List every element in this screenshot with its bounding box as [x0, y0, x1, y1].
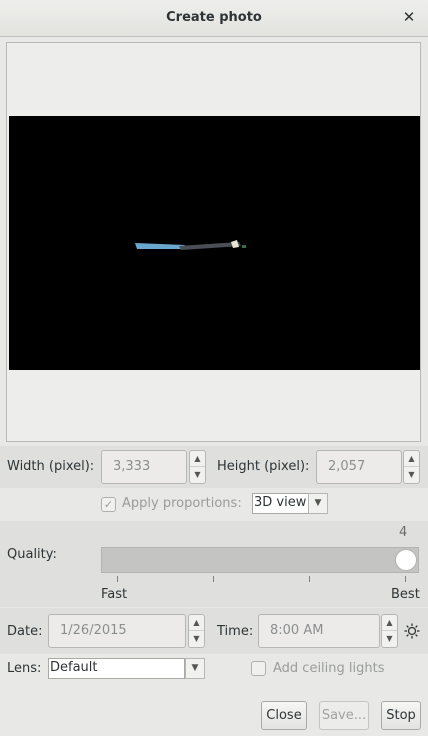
quality-value: 4	[399, 525, 408, 540]
height-field[interactable]: 2,057	[316, 450, 402, 484]
spin-up-icon[interactable]: ▲	[189, 615, 204, 631]
width-spin-buttons[interactable]: ▲ ▼	[189, 450, 206, 484]
lens-select[interactable]: Default	[48, 658, 185, 679]
width-label: Width (pixel):	[7, 459, 95, 474]
apply-proportions-label: Apply proportions:	[122, 496, 242, 511]
slider-tick	[213, 576, 214, 582]
quality-max-label: Best	[391, 587, 420, 602]
height-spin-buttons[interactable]: ▲ ▼	[403, 450, 420, 484]
spin-down-icon[interactable]: ▼	[189, 631, 204, 647]
lens-label: Lens:	[7, 661, 42, 676]
height-label: Height (pixel):	[217, 459, 310, 474]
preview-light-shape	[231, 240, 239, 248]
slider-tick	[405, 576, 406, 582]
time-field[interactable]: 8:00 AM	[258, 614, 380, 648]
proportions-view-select[interactable]: 3D view	[252, 493, 309, 514]
save-button[interactable]: Save...	[319, 701, 369, 730]
slider-tick	[309, 576, 310, 582]
quality-slider-track[interactable]	[101, 547, 419, 573]
preview-blue-shape	[135, 243, 185, 249]
spin-up-icon[interactable]: ▲	[404, 451, 419, 467]
title-bar: Create photo ✕	[0, 0, 428, 37]
window-title: Create photo	[166, 10, 262, 25]
photo-preview-frame	[6, 42, 421, 442]
time-label: Time:	[217, 624, 254, 639]
ceiling-lights-label: Add ceiling lights	[273, 661, 385, 676]
quality-label: Quality:	[7, 547, 57, 562]
preview-green-shape	[242, 245, 246, 248]
date-field[interactable]: 1/26/2015	[48, 614, 186, 648]
spin-up-icon[interactable]: ▲	[190, 451, 205, 467]
quality-min-label: Fast	[101, 587, 128, 602]
spin-up-icon[interactable]: ▲	[382, 615, 397, 631]
spin-down-icon[interactable]: ▼	[190, 467, 205, 483]
ceiling-lights-checkbox[interactable]	[251, 661, 266, 676]
chevron-down-icon[interactable]: ▼	[308, 493, 328, 514]
date-spin-buttons[interactable]: ▲ ▼	[188, 614, 205, 648]
close-icon[interactable]: ✕	[400, 8, 418, 26]
sun-icon[interactable]	[404, 623, 420, 639]
date-label: Date:	[7, 624, 43, 639]
spin-down-icon[interactable]: ▼	[382, 631, 397, 647]
spin-down-icon[interactable]: ▼	[404, 467, 419, 483]
time-spin-buttons[interactable]: ▲ ▼	[381, 614, 398, 648]
chevron-down-icon[interactable]: ▼	[185, 658, 205, 679]
quality-slider-knob[interactable]	[395, 549, 417, 571]
preview-render	[135, 240, 246, 250]
close-button[interactable]: Close	[261, 701, 307, 730]
width-field[interactable]: 3,333	[101, 450, 187, 484]
apply-proportions-checkbox[interactable]: ✓	[101, 497, 116, 512]
photo-preview-image	[9, 116, 420, 370]
slider-tick	[117, 576, 118, 582]
stop-button[interactable]: Stop	[381, 701, 421, 730]
